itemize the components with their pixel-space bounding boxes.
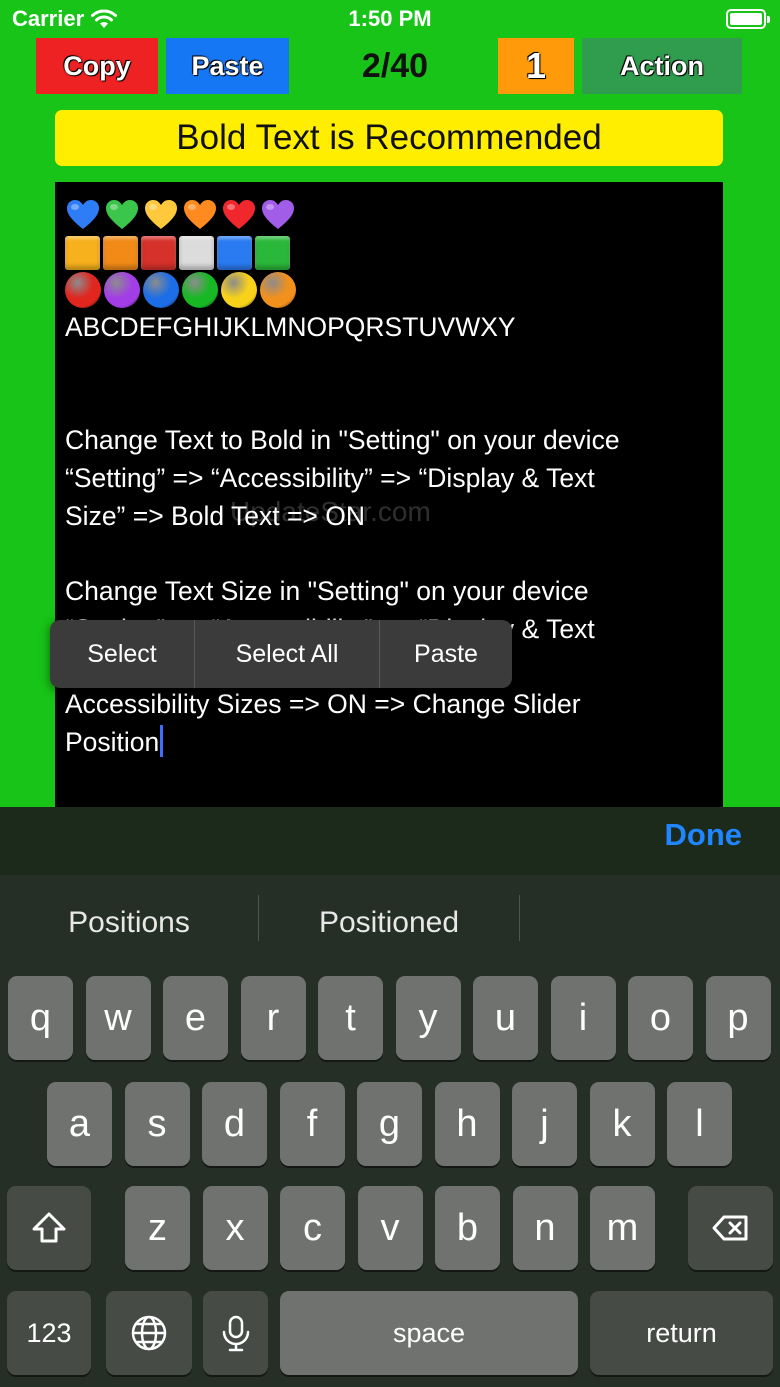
shift-key[interactable] xyxy=(7,1186,91,1270)
key-l[interactable]: l xyxy=(667,1082,732,1166)
numbers-key[interactable]: 123 xyxy=(7,1291,91,1375)
circle-emoji xyxy=(260,272,296,309)
delete-icon xyxy=(712,1215,747,1241)
key-e[interactable]: e xyxy=(163,976,228,1060)
clock: 1:50 PM xyxy=(348,6,432,31)
copy-button[interactable]: Copy xyxy=(36,38,158,94)
key-t[interactable]: t xyxy=(318,976,383,1060)
heart-emoji xyxy=(184,199,216,229)
editor-line: Change Text to Bold in "Setting" on your… xyxy=(65,425,620,456)
paste-button[interactable]: Paste xyxy=(166,38,289,94)
microphone-icon xyxy=(222,1315,249,1352)
square-emoji xyxy=(103,235,138,270)
text-editor[interactable]: ABCDEFGHIJKLMNOPQRSTUVWXY Change Text to … xyxy=(55,182,723,807)
keyboard-accessory-bar: Done xyxy=(0,807,780,875)
key-r[interactable]: r xyxy=(240,976,306,1060)
edit-menu: Select Select All Paste xyxy=(50,620,512,688)
key-s[interactable]: s xyxy=(124,1082,190,1166)
suggestion-1[interactable]: Positions xyxy=(0,875,258,971)
circle-emoji xyxy=(65,272,101,309)
text-cursor xyxy=(160,724,164,757)
globe-icon xyxy=(131,1315,167,1351)
squares-emoji-row xyxy=(65,234,713,272)
heart-emoji xyxy=(67,199,99,229)
circle-emoji xyxy=(182,272,218,309)
square-emoji xyxy=(65,235,100,270)
globe-key[interactable] xyxy=(106,1291,192,1375)
key-f[interactable]: f xyxy=(279,1082,345,1166)
menu-select-all[interactable]: Select All xyxy=(194,620,379,688)
square-emoji xyxy=(255,235,290,270)
editor-line: Size” => Bold Text => ON xyxy=(65,500,366,531)
circle-emoji xyxy=(221,272,257,309)
key-q[interactable]: q xyxy=(8,976,73,1060)
space-key[interactable]: space xyxy=(280,1291,578,1375)
return-key[interactable]: return xyxy=(590,1291,773,1375)
suggestion-3[interactable] xyxy=(520,875,780,971)
editor-line: Change Text Size in "Setting" on your de… xyxy=(65,575,589,606)
circle-emoji xyxy=(143,272,179,309)
key-b[interactable]: b xyxy=(435,1186,500,1270)
editor-line: “Setting” => “Accessibility” => “Display… xyxy=(65,462,595,493)
shift-icon xyxy=(32,1212,66,1243)
key-n[interactable]: n xyxy=(512,1186,578,1270)
key-a[interactable]: a xyxy=(47,1082,112,1166)
delete-key[interactable] xyxy=(688,1186,773,1270)
editor-line: Position xyxy=(65,724,713,762)
recommendation-banner: Bold Text is Recommended xyxy=(55,110,723,166)
square-emoji xyxy=(141,235,176,270)
key-o[interactable]: o xyxy=(628,976,693,1060)
suggestion-bar: Positions Positioned xyxy=(0,875,780,971)
key-v[interactable]: v xyxy=(357,1186,423,1270)
key-p[interactable]: p xyxy=(705,976,771,1060)
hearts-emoji-row xyxy=(65,196,713,234)
keyboard: Positions Positioned qwertyuiop asdfghjkl… xyxy=(0,875,780,1387)
square-emoji xyxy=(217,235,252,270)
heart-emoji xyxy=(145,199,177,229)
square-emoji xyxy=(179,235,214,270)
suggestion-2[interactable]: Positioned xyxy=(259,875,519,971)
circle-emoji xyxy=(104,272,140,309)
microphone-key[interactable] xyxy=(203,1291,268,1375)
key-k[interactable]: k xyxy=(589,1082,655,1166)
status-bar: Carrier 1:50 PM xyxy=(0,0,780,38)
toolbar: Copy Paste 2/40 1 Action xyxy=(0,38,780,94)
battery-icon xyxy=(726,9,770,29)
key-x[interactable]: x xyxy=(202,1186,268,1270)
key-w[interactable]: w xyxy=(85,976,151,1060)
key-u[interactable]: u xyxy=(473,976,538,1060)
page-counter: 2/40 xyxy=(361,46,429,85)
menu-paste[interactable]: Paste xyxy=(379,620,512,688)
key-g[interactable]: g xyxy=(357,1082,422,1166)
editor-line: ABCDEFGHIJKLMNOPQRSTUVWXY xyxy=(65,312,516,343)
editor-text: ABCDEFGHIJKLMNOPQRSTUVWXY Change Text to … xyxy=(65,309,713,761)
heart-emoji xyxy=(223,199,255,229)
menu-select[interactable]: Select xyxy=(50,620,194,688)
circles-emoji-row xyxy=(65,271,713,309)
heart-emoji xyxy=(106,199,138,229)
key-j[interactable]: j xyxy=(512,1082,577,1166)
key-i[interactable]: i xyxy=(550,976,616,1060)
key-c[interactable]: c xyxy=(280,1186,345,1270)
action-button[interactable]: Action xyxy=(582,38,742,94)
key-m[interactable]: m xyxy=(590,1186,655,1270)
key-y[interactable]: y xyxy=(395,976,461,1060)
count-button[interactable]: 1 xyxy=(498,38,574,94)
key-d[interactable]: d xyxy=(202,1082,267,1166)
done-button[interactable]: Done xyxy=(665,817,743,853)
editor-line: Accessibility Sizes => ON => Change Slid… xyxy=(65,688,581,719)
key-h[interactable]: h xyxy=(434,1082,500,1166)
key-z[interactable]: z xyxy=(125,1186,190,1270)
heart-emoji xyxy=(262,199,294,229)
